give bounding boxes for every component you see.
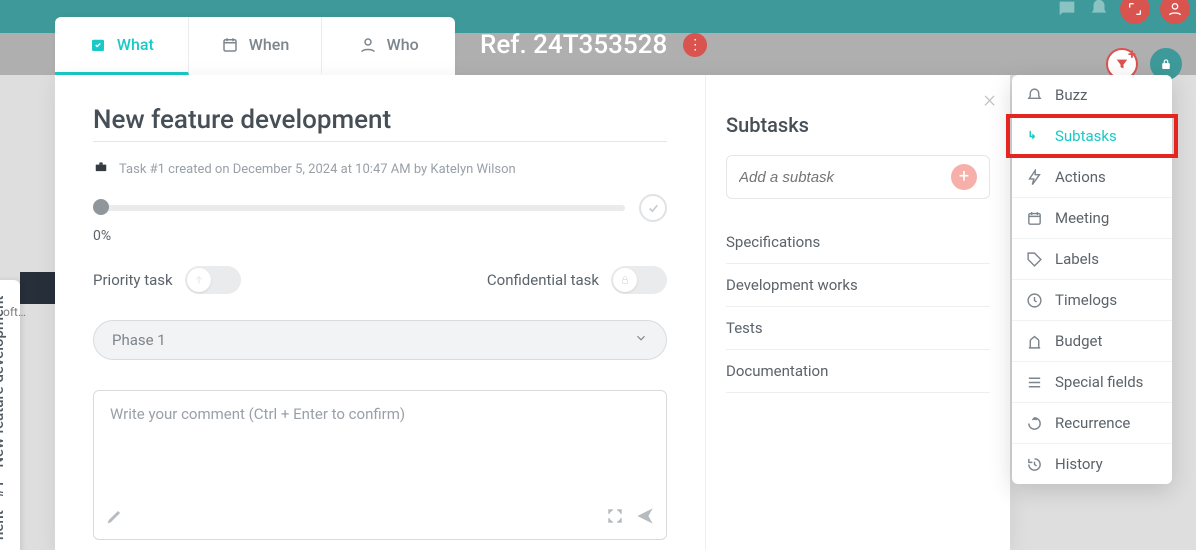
menu-buzz[interactable]: Buzz	[1012, 75, 1172, 116]
menu-buzz-label: Buzz	[1055, 86, 1088, 104]
menu-labels[interactable]: Labels	[1012, 239, 1172, 280]
send-icon[interactable]	[636, 507, 654, 529]
progress-percent: 0%	[93, 228, 667, 244]
detail-tabs: What When Who	[55, 17, 455, 75]
menu-subtasks-label: Subtasks	[1055, 127, 1117, 145]
user-avatar-button[interactable]	[1160, 0, 1190, 24]
subtask-item[interactable]: Development works	[726, 264, 990, 307]
menu-subtasks[interactable]: Subtasks	[1012, 116, 1172, 157]
task-reference: Ref. 24T353528 ⋮	[480, 30, 707, 60]
tab-who[interactable]: Who	[322, 17, 455, 75]
menu-recurrence[interactable]: Recurrence	[1012, 403, 1172, 444]
priority-toggle[interactable]	[185, 266, 241, 294]
phase-select[interactable]: Phase 1	[93, 320, 667, 360]
task-card: New feature development Task #1 created …	[55, 75, 1010, 550]
menu-actions-label: Actions	[1055, 168, 1106, 186]
subtasks-heading: Subtasks	[726, 113, 990, 137]
phase-value: Phase 1	[112, 331, 166, 349]
task-title[interactable]: New feature development	[93, 105, 667, 135]
comment-placeholder: Write your comment (Ctrl + Enter to conf…	[110, 405, 405, 423]
tab-when[interactable]: When	[189, 17, 323, 75]
menu-timelogs[interactable]: Timelogs	[1012, 280, 1172, 321]
subtask-list: Specifications Development works Tests D…	[726, 221, 990, 393]
menu-budget-label: Budget	[1055, 332, 1102, 350]
menu-recurrence-label: Recurrence	[1055, 414, 1130, 432]
comment-input[interactable]: Write your comment (Ctrl + Enter to conf…	[93, 390, 667, 540]
menu-specialfields[interactable]: Special fields	[1012, 362, 1172, 403]
confidential-toggle[interactable]	[611, 266, 667, 294]
tab-what-label: What	[117, 35, 154, 54]
menu-meeting-label: Meeting	[1055, 209, 1109, 227]
complete-check-button[interactable]	[639, 194, 667, 222]
divider	[93, 141, 667, 142]
vertical-task-tab[interactable]: nent - #1 - New feature development	[0, 280, 20, 550]
task-reference-text: Ref. 24T353528	[480, 30, 667, 60]
menu-meeting[interactable]: Meeting	[1012, 198, 1172, 239]
menu-history-label: History	[1055, 455, 1103, 473]
menu-budget[interactable]: Budget	[1012, 321, 1172, 362]
add-subtask-button[interactable]: +	[951, 164, 977, 190]
confidential-label: Confidential task	[487, 271, 599, 289]
subtask-item[interactable]: Tests	[726, 307, 990, 350]
priority-label: Priority task	[93, 271, 173, 289]
fullscreen-icon[interactable]	[606, 507, 624, 529]
briefcase-icon	[93, 160, 109, 178]
chevron-down-icon	[634, 331, 648, 349]
menu-history[interactable]: History	[1012, 444, 1172, 484]
menu-specialfields-label: Special fields	[1055, 373, 1143, 391]
add-subtask-row: +	[726, 155, 990, 199]
expand-button[interactable]	[1120, 0, 1150, 24]
close-button[interactable]: ×	[983, 85, 996, 113]
menu-timelogs-label: Timelogs	[1055, 291, 1117, 309]
add-subtask-input[interactable]	[739, 169, 929, 186]
task-menu-button[interactable]: ⋮	[683, 33, 707, 57]
truncated-background-text: oft…	[3, 305, 26, 319]
subtask-item[interactable]: Documentation	[726, 350, 990, 393]
menu-actions[interactable]: Actions	[1012, 157, 1172, 198]
edit-icon[interactable]	[106, 507, 124, 529]
menu-labels-label: Labels	[1055, 250, 1099, 268]
tab-when-label: When	[249, 35, 289, 54]
subtask-item[interactable]: Specifications	[726, 221, 990, 264]
task-meta: Task #1 created on December 5, 2024 at 1…	[93, 160, 667, 178]
tab-who-label: Who	[387, 35, 419, 54]
notifications-icon[interactable]	[1088, 0, 1110, 20]
progress-slider[interactable]	[93, 203, 625, 213]
side-menu: Buzz Subtasks Actions Meeting Labels Tim…	[1012, 75, 1172, 484]
chat-icon[interactable]	[1056, 0, 1078, 20]
tab-what[interactable]: What	[55, 17, 189, 75]
task-meta-text: Task #1 created on December 5, 2024 at 1…	[119, 162, 516, 177]
